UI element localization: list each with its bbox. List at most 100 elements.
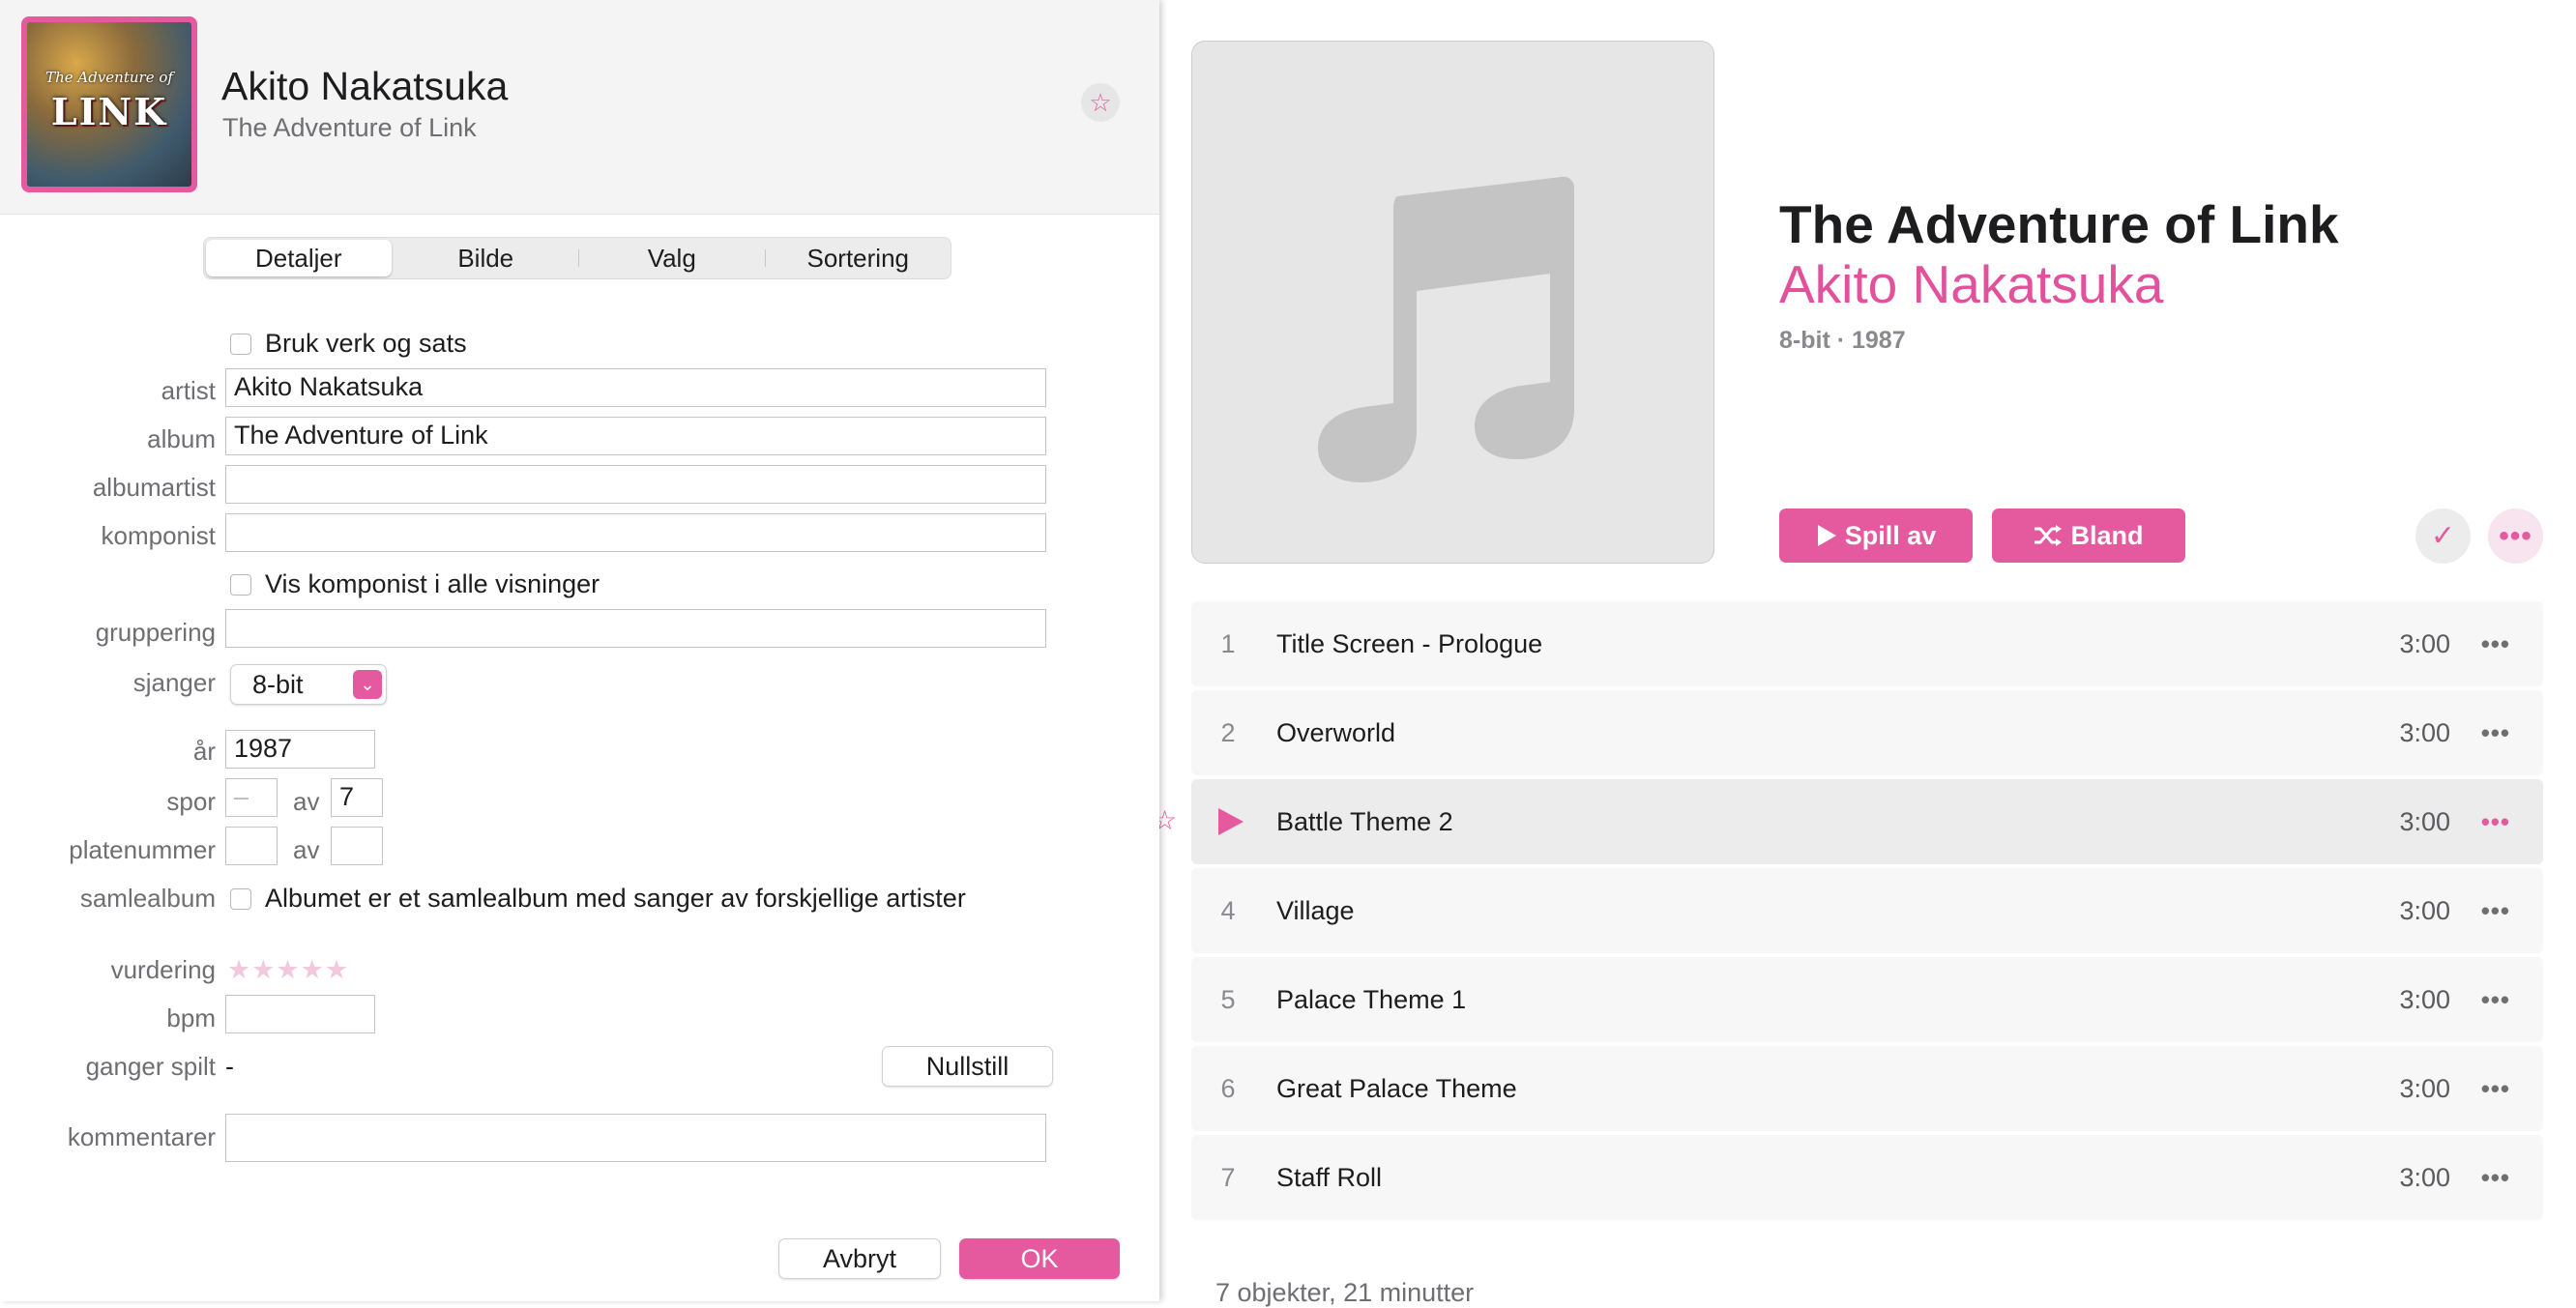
- album-meta: 8-bit · 1987: [1779, 327, 1906, 354]
- compilation-text: Albumet er et samlealbum med sanger av f…: [265, 884, 966, 913]
- track-more-icon[interactable]: •••: [2481, 629, 2510, 659]
- disc-total-field[interactable]: [331, 827, 383, 865]
- tab-artwork[interactable]: Bilde: [394, 238, 579, 278]
- track-more-icon[interactable]: •••: [2481, 718, 2510, 748]
- track-row[interactable]: 2 Overworld 3:00 •••: [1191, 690, 2543, 775]
- favorite-star-icon[interactable]: ☆: [1081, 83, 1120, 122]
- track-label: spor: [166, 787, 216, 816]
- track-title: Overworld: [1276, 717, 1396, 747]
- album-view: The Adventure of Link Akito Nakatsuka 8-…: [1153, 0, 2576, 1301]
- show-composer-option[interactable]: Vis komponist i alle visninger: [230, 569, 600, 599]
- track-duration: 3:00: [2399, 984, 2450, 1014]
- compilation-checkbox[interactable]: [230, 887, 251, 910]
- album-field[interactable]: The Adventure of Link: [225, 417, 1046, 455]
- track-title: Battle Theme 2: [1276, 806, 1453, 836]
- track-duration: 3:00: [2399, 1162, 2450, 1192]
- tab-options[interactable]: Valg: [579, 238, 765, 278]
- tab-sorting[interactable]: Sortering: [766, 238, 951, 278]
- track-more-icon[interactable]: •••: [2481, 985, 2510, 1015]
- album-artist-link[interactable]: Akito Nakatsuka: [1779, 253, 2163, 315]
- dialog-header-album: The Adventure of Link: [222, 113, 477, 142]
- bpm-field[interactable]: [225, 995, 375, 1033]
- compilation-label: samlealbum: [79, 884, 216, 913]
- show-composer-label: Vis komponist i alle visninger: [265, 569, 600, 598]
- track-list: 1 Title Screen - Prologue 3:00 ••• 2 Ove…: [1153, 601, 2543, 1224]
- compilation-option[interactable]: Albumet er et samlealbum med sanger av f…: [230, 884, 966, 914]
- track-number: 7: [1220, 1162, 1236, 1192]
- chevron-down-icon: ⌄: [353, 670, 382, 699]
- track-total-field[interactable]: 7: [331, 778, 383, 817]
- shuffle-button-label: Bland: [2070, 520, 2144, 550]
- track-duration: 3:00: [2399, 717, 2450, 747]
- shuffle-button[interactable]: Bland: [1992, 509, 2185, 563]
- track-row-playing[interactable]: ☆ Battle Theme 2 3:00 •••: [1153, 779, 2543, 864]
- shuffle-icon: [2034, 525, 2063, 546]
- album-label: album: [147, 424, 216, 453]
- track-duration: 3:00: [2399, 895, 2450, 925]
- track-number: 5: [1220, 984, 1236, 1014]
- genre-label: sjanger: [132, 668, 216, 697]
- dialog-header: The Adventure of LINK Akito Nakatsuka Th…: [0, 0, 1159, 215]
- genre-value: 8-bit: [252, 670, 304, 699]
- reset-plays-button[interactable]: Nullstill: [882, 1046, 1053, 1087]
- use-work-label: Bruk verk og sats: [265, 329, 467, 358]
- grouping-field[interactable]: [225, 609, 1046, 648]
- track-row[interactable]: 6 Great Palace Theme 3:00 •••: [1191, 1046, 2543, 1131]
- play-button-label: Spill av: [1844, 520, 1937, 550]
- track-duration: 3:00: [2399, 806, 2450, 836]
- album-more-button[interactable]: •••: [2488, 509, 2543, 564]
- use-work-option[interactable]: Bruk verk og sats: [230, 329, 467, 359]
- track-title: Great Palace Theme: [1276, 1073, 1517, 1103]
- track-of-label: av: [293, 787, 320, 816]
- disc-label: platenummer: [69, 835, 216, 864]
- tab-bar: Detaljer Bilde Valg Sortering: [203, 237, 951, 279]
- use-work-checkbox[interactable]: [230, 333, 251, 355]
- year-label: år: [192, 737, 216, 766]
- cover-logo-text: LINK: [50, 90, 168, 133]
- track-duration: 3:00: [2399, 1073, 2450, 1103]
- disc-of-label: av: [293, 835, 320, 864]
- track-number: 1: [1220, 628, 1236, 658]
- track-row[interactable]: 1 Title Screen - Prologue 3:00 •••: [1191, 601, 2543, 686]
- track-duration: 3:00: [2399, 628, 2450, 658]
- composer-field[interactable]: [225, 513, 1046, 552]
- track-number-field[interactable]: –: [225, 778, 278, 817]
- track-row[interactable]: 7 Staff Roll 3:00 •••: [1191, 1135, 2543, 1220]
- grouping-label: gruppering: [95, 618, 216, 647]
- album-title: The Adventure of Link: [1779, 194, 2339, 254]
- track-row[interactable]: 5 Palace Theme 1 3:00 •••: [1191, 957, 2543, 1042]
- album-artist-field[interactable]: [225, 465, 1046, 504]
- genre-select[interactable]: 8-bit ⌄: [230, 664, 387, 705]
- album-artwork-placeholder[interactable]: [1191, 41, 1714, 564]
- track-number: 4: [1220, 895, 1236, 925]
- play-button[interactable]: Spill av: [1779, 509, 1973, 563]
- tab-details[interactable]: Detaljer: [206, 240, 392, 276]
- track-more-icon[interactable]: •••: [2481, 1074, 2510, 1104]
- track-title: Palace Theme 1: [1276, 984, 1467, 1014]
- track-number: 6: [1220, 1073, 1236, 1103]
- album-cover-thumbnail[interactable]: The Adventure of LINK: [21, 16, 197, 192]
- track-more-icon[interactable]: •••: [2481, 807, 2510, 837]
- artist-label: artist: [161, 376, 216, 405]
- artist-field[interactable]: Akito Nakatsuka: [225, 368, 1046, 407]
- show-composer-checkbox[interactable]: [230, 573, 251, 596]
- year-field[interactable]: 1987: [225, 730, 375, 769]
- comments-field[interactable]: [225, 1114, 1046, 1162]
- disc-number-field[interactable]: [225, 827, 278, 865]
- bpm-label: bpm: [166, 1003, 216, 1032]
- now-playing-icon[interactable]: [1218, 808, 1244, 835]
- info-dialog: The Adventure of LINK Akito Nakatsuka Th…: [0, 0, 1159, 1301]
- track-row[interactable]: 4 Village 3:00 •••: [1191, 868, 2543, 953]
- album-summary: 7 objekter, 21 minutter: [1215, 1278, 1475, 1307]
- play-icon: [1817, 525, 1836, 546]
- track-more-icon[interactable]: •••: [2481, 896, 2510, 926]
- track-number: 2: [1220, 717, 1236, 747]
- track-more-icon[interactable]: •••: [2481, 1163, 2510, 1193]
- rating-stars-icon[interactable]: ★★★★★: [227, 955, 349, 985]
- cancel-button[interactable]: Avbryt: [778, 1238, 941, 1279]
- track-title: Title Screen - Prologue: [1276, 628, 1543, 658]
- added-checkmark-button[interactable]: ✓: [2415, 509, 2471, 564]
- ok-button[interactable]: OK: [959, 1238, 1120, 1279]
- cover-subtitle: The Adventure of: [45, 69, 173, 86]
- composer-label: komponist: [101, 521, 217, 550]
